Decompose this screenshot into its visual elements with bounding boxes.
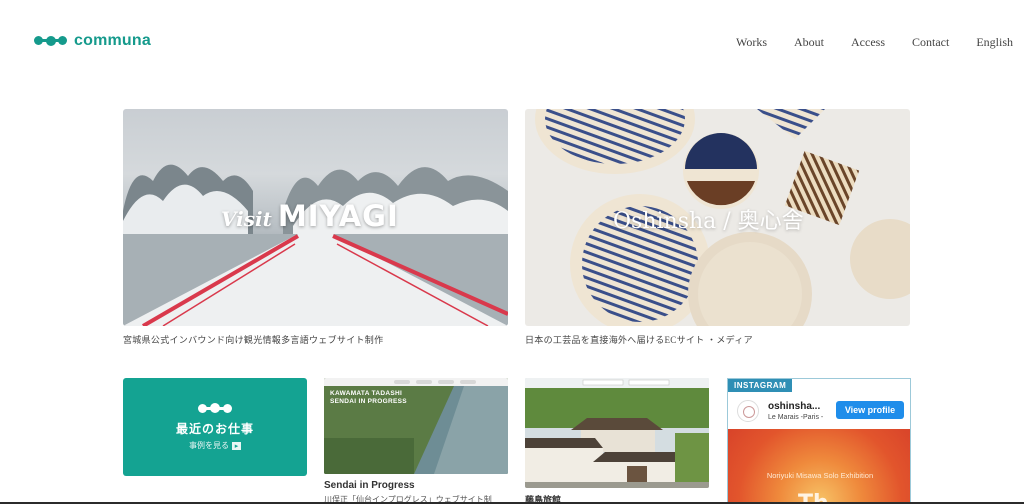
arrow-right-icon: ▸	[232, 442, 241, 450]
instagram-avatar[interactable]	[737, 400, 759, 422]
bridge-illustration	[123, 234, 508, 326]
miyagi-title-main: MIYAGI	[277, 199, 399, 233]
site-header: communa Works About Access Contact Engli…	[0, 0, 1024, 84]
instagram-post-caption: Noriyuki Misawa Solo Exhibition	[766, 471, 874, 480]
recent-works-tile[interactable]: 最近のお仕事 事例を見る ▸	[123, 378, 307, 476]
oshinsha-caption: 日本の工芸品を直接海外へ届けるECサイト ・メディア	[525, 335, 753, 345]
nav-access[interactable]: Access	[851, 35, 885, 50]
logo-text: communa	[74, 32, 151, 49]
site-logo[interactable]: communa	[34, 32, 151, 50]
fujishima-card[interactable]: 藤島旅館	[525, 378, 709, 504]
sendai-image[interactable]: KAWAMATA TADASHI SENDAI IN PROGRESS	[324, 378, 508, 474]
instagram-account-name[interactable]: oshinsha...	[768, 401, 820, 412]
miyagi-title-script: Visit	[221, 207, 272, 231]
view-profile-button[interactable]: View profile	[836, 401, 904, 419]
sendai-card[interactable]: KAWAMATA TADASHI SENDAI IN PROGRESS Send…	[324, 378, 508, 504]
miyagi-caption: 宮城県公式インバウンド向け観光情報多言語ウェブサイト制作	[123, 335, 384, 345]
oshinsha-image[interactable]: Oshinsha / 奥心舎	[525, 109, 910, 326]
main-nav: Works About Access Contact English	[709, 35, 1013, 50]
featured-card-oshinsha[interactable]: Oshinsha / 奥心舎 日本の工芸品を直接海外へ届けるECサイト ・メディ…	[525, 109, 910, 346]
nav-english[interactable]: English	[976, 35, 1013, 50]
logo-mark-icon	[34, 34, 67, 48]
ryokan-building-illustration	[525, 378, 709, 488]
nav-works[interactable]: Works	[736, 35, 767, 50]
nav-contact[interactable]: Contact	[912, 35, 949, 50]
featured-card-miyagi[interactable]: Visit MIYAGI 宮城県公式インバウンド向け観光情報多言語ウェブサイト制作	[123, 109, 508, 346]
instagram-location: Le Marais -Paris -	[768, 414, 824, 421]
oshinsha-title: Oshinsha / 奥心舎	[613, 209, 804, 234]
instagram-badge: INSTAGRAM	[728, 379, 793, 392]
sendai-image-text: KAWAMATA TADASHI SENDAI IN PROGRESS	[330, 390, 407, 406]
fujishima-image[interactable]	[525, 378, 709, 488]
sendai-image-line2: SENDAI IN PROGRESS	[330, 398, 407, 405]
instagram-post-image[interactable]: Noriyuki Misawa Solo Exhibition Th	[728, 429, 910, 504]
instagram-widget: INSTAGRAM oshinsha... Le Marais -Paris -…	[727, 378, 911, 504]
miyagi-title: Visit MIYAGI	[221, 199, 399, 233]
recent-works-link[interactable]: 事例を見る ▸	[123, 440, 307, 451]
sendai-image-line1: KAWAMATA TADASHI	[330, 390, 403, 397]
recent-works-link-label: 事例を見る	[189, 441, 229, 450]
miyagi-image[interactable]: Visit MIYAGI	[123, 109, 508, 326]
nav-about[interactable]: About	[794, 35, 824, 50]
sendai-title: Sendai in Progress	[324, 480, 415, 491]
recent-works-title: 最近のお仕事	[175, 422, 254, 436]
communa-mark-icon	[198, 402, 232, 414]
